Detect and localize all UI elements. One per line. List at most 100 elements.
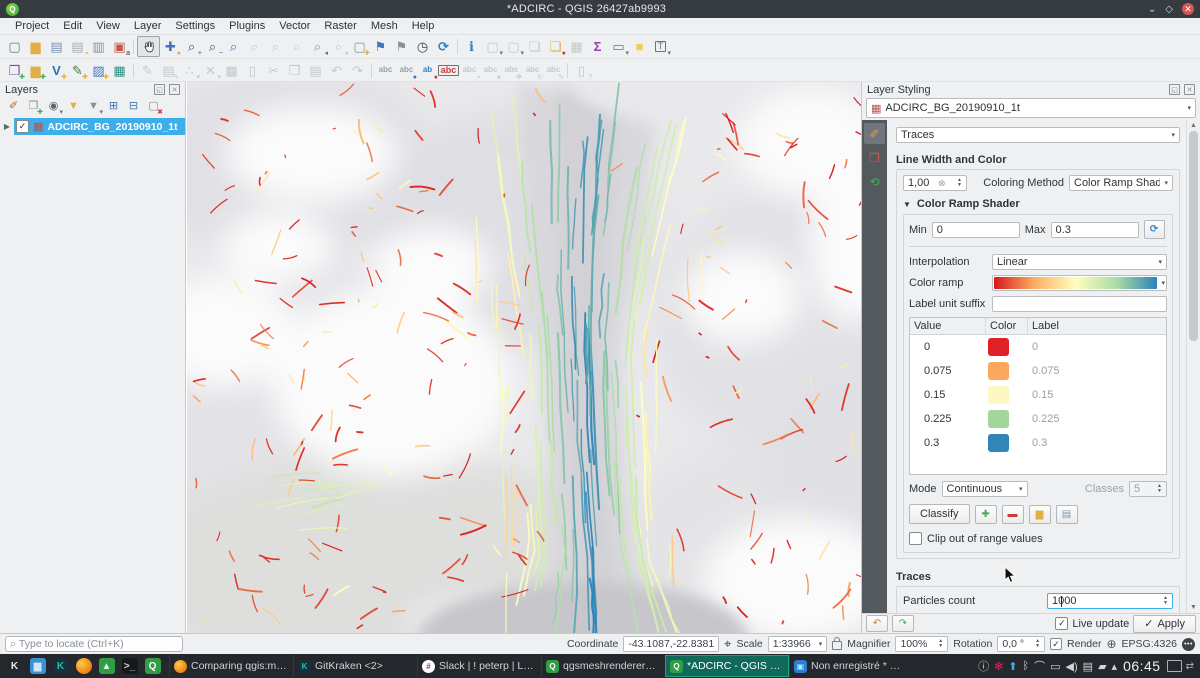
refresh-map-icon[interactable]: ⟳ xyxy=(433,37,454,56)
remove-value-button[interactable]: ▬ xyxy=(1002,505,1024,524)
classify-button[interactable]: Classify xyxy=(909,504,970,524)
new-map-view-icon[interactable]: ▢✚ xyxy=(349,37,370,56)
layer-diagram-icon[interactable]: abc● xyxy=(396,61,417,80)
menu-vector[interactable]: Vector xyxy=(272,19,317,33)
launcher-terminal[interactable]: >_ xyxy=(118,655,141,677)
bluetooth-tray-icon[interactable]: ᛒ xyxy=(1023,660,1030,672)
globe-icon[interactable]: ⊕ xyxy=(1106,637,1116,651)
zoom-next-icon[interactable]: ⌕▸ xyxy=(328,37,349,56)
menu-layer[interactable]: Layer xyxy=(127,19,169,33)
table-row[interactable]: 0.15 0.15 xyxy=(910,383,1166,407)
layer-tree-item[interactable]: ▶ ✓ ▦ ADCIRC_BG_20190910_1t xyxy=(0,118,185,135)
add-group-icon[interactable]: ❒✚ xyxy=(24,98,43,115)
delete-selected-icon[interactable]: ▯ xyxy=(242,61,263,80)
move-label-icon[interactable]: abc✥ xyxy=(501,61,522,80)
new-bookmark-icon[interactable]: ⚑ xyxy=(370,37,391,56)
layer-visibility-checkbox[interactable]: ✓ xyxy=(16,120,29,133)
task-button-0[interactable]: Comparing qgis:mast... xyxy=(169,655,293,677)
scale-combo[interactable]: 1:33966▾ xyxy=(768,636,827,652)
pan-to-selection-icon[interactable]: ✚● xyxy=(160,37,181,56)
deselect-all-icon[interactable]: ❏ xyxy=(524,37,545,56)
collapse-arrow-icon[interactable]: ▼ xyxy=(903,200,911,209)
remove-layer-icon[interactable]: ▢✖ xyxy=(144,98,163,115)
panel-float-icon[interactable]: ◱ xyxy=(1169,84,1180,95)
crs-status[interactable]: EPSG:4326 xyxy=(1122,638,1177,650)
panel-close-icon[interactable]: ✕ xyxy=(169,84,180,95)
text-annotation-icon[interactable]: T▾ xyxy=(650,37,671,56)
extents-toggle-icon[interactable]: ⌖ xyxy=(724,636,731,652)
undo-style-button[interactable]: ↶ xyxy=(866,615,888,632)
expand-arrow-tray-icon[interactable]: ▴ xyxy=(1112,660,1118,673)
virtual-desktop-pager[interactable] xyxy=(1167,660,1182,672)
panel-float-icon[interactable]: ◱ xyxy=(154,84,165,95)
scrollbar[interactable]: ▲ ▼ xyxy=(1186,120,1200,613)
tab-symbology[interactable]: ✐ xyxy=(864,123,885,144)
tab-3d-view[interactable]: ❒ xyxy=(864,147,885,168)
open-attribute-table-icon[interactable]: ▦ xyxy=(566,37,587,56)
vault-tray-icon[interactable]: ▰ xyxy=(1098,660,1106,673)
new-shapefile-layer-icon[interactable]: ✎✚ xyxy=(67,61,88,80)
open-layer-styling-icon[interactable]: ✐ xyxy=(4,98,23,115)
tab-history[interactable]: ⟲ xyxy=(864,171,885,192)
menu-mesh[interactable]: Mesh xyxy=(364,19,405,33)
close-icon[interactable]: ✕ xyxy=(1182,3,1194,15)
interpolation-combo[interactable]: Linear▾ xyxy=(992,254,1167,270)
launcher-firefox[interactable] xyxy=(72,655,95,677)
load-ramp-button[interactable]: ▆ xyxy=(1029,505,1051,524)
max-input[interactable]: 0.3 xyxy=(1051,222,1139,238)
highlight-labels-icon[interactable]: abc● xyxy=(480,61,501,80)
min-input[interactable]: 0 xyxy=(932,222,1020,238)
styling-layer-combo[interactable]: ▦ ADCIRC_BG_20190910_1t ▾ xyxy=(866,98,1196,118)
new-project-icon[interactable]: ▢ xyxy=(4,37,25,56)
clipboard-tray-icon[interactable]: ▤ xyxy=(1083,660,1093,673)
settings-sliders-icon[interactable]: ⇄ xyxy=(1186,661,1194,672)
zoom-in-icon[interactable]: ⌕+ xyxy=(181,37,202,56)
info-tray-icon[interactable]: ⓘ xyxy=(978,658,989,674)
mode-combo[interactable]: Continuous▾ xyxy=(942,481,1028,497)
processing-toolbox-icon[interactable]: ▯? xyxy=(571,61,592,80)
open-project-icon[interactable]: ▆ xyxy=(25,37,46,56)
menu-view[interactable]: View xyxy=(89,19,127,33)
menu-raster[interactable]: Raster xyxy=(317,19,363,33)
launcher-gitkraken[interactable]: K xyxy=(49,655,72,677)
table-row[interactable]: 0.3 0.3 xyxy=(910,431,1166,455)
menu-plugins[interactable]: Plugins xyxy=(222,19,272,33)
display-tray-icon[interactable]: ▭ xyxy=(1050,660,1060,673)
slack-tray-icon[interactable]: ✻ xyxy=(994,660,1003,673)
panel-close-icon[interactable]: ✕ xyxy=(1184,84,1195,95)
undo-icon[interactable]: ↶ xyxy=(326,61,347,80)
clock[interactable]: 06:45 xyxy=(1123,658,1161,674)
style-type-combo[interactable]: Traces▾ xyxy=(896,127,1180,143)
launcher-qgis[interactable]: Q xyxy=(141,655,164,677)
map-tips-icon[interactable]: ■ xyxy=(629,37,650,56)
modify-attributes-icon[interactable]: ▩ xyxy=(221,61,242,80)
paste-features-icon[interactable]: ▤ xyxy=(305,61,326,80)
bookmark-manager-icon[interactable]: ⚑ xyxy=(391,37,412,56)
expand-caret-icon[interactable]: ▶ xyxy=(0,122,14,131)
pin-labels-icon[interactable]: abc▪ xyxy=(459,61,480,80)
updates-tray-icon[interactable]: ⬆ xyxy=(1008,660,1017,673)
messages-icon[interactable]: ••• xyxy=(1182,638,1195,651)
copy-features-icon[interactable]: ❐ xyxy=(284,61,305,80)
zoom-full-icon[interactable]: ⌕ xyxy=(223,37,244,56)
label-unit-suffix-input[interactable] xyxy=(992,296,1167,312)
data-source-manager-icon[interactable]: ❒✚ xyxy=(4,61,25,80)
table-row[interactable]: 0 0 xyxy=(910,335,1166,359)
launcher-file-manager[interactable]: ▆ xyxy=(26,655,49,677)
toggle-editing-icon[interactable]: ✎ xyxy=(137,61,158,80)
select-features-icon[interactable]: ▢▾ xyxy=(482,37,503,56)
filter-legend-icon[interactable]: ▼ xyxy=(64,98,83,115)
add-vector-layer-icon[interactable]: V✚ xyxy=(46,61,67,80)
manage-map-themes-icon[interactable]: ◉▾ xyxy=(44,98,63,115)
task-button-4[interactable]: Q*ADCIRC - QGIS 26427... xyxy=(665,655,789,677)
coloring-method-combo[interactable]: Color Ramp Shader▾ xyxy=(1069,175,1173,191)
cut-features-icon[interactable]: ✂ xyxy=(263,61,284,80)
statistical-summary-icon[interactable]: Σ xyxy=(587,37,608,56)
vertex-tool-icon[interactable]: ✕▾ xyxy=(200,61,221,80)
clear-icon[interactable]: ⊗ xyxy=(938,178,946,189)
digitize-icon[interactable]: ∴▾ xyxy=(179,61,200,80)
save-layer-edits-icon[interactable]: ▤✎ xyxy=(158,61,179,80)
pan-map-icon[interactable] xyxy=(137,36,160,57)
redo-icon[interactable]: ↷ xyxy=(347,61,368,80)
apply-button[interactable]: ✓Apply xyxy=(1133,615,1196,633)
